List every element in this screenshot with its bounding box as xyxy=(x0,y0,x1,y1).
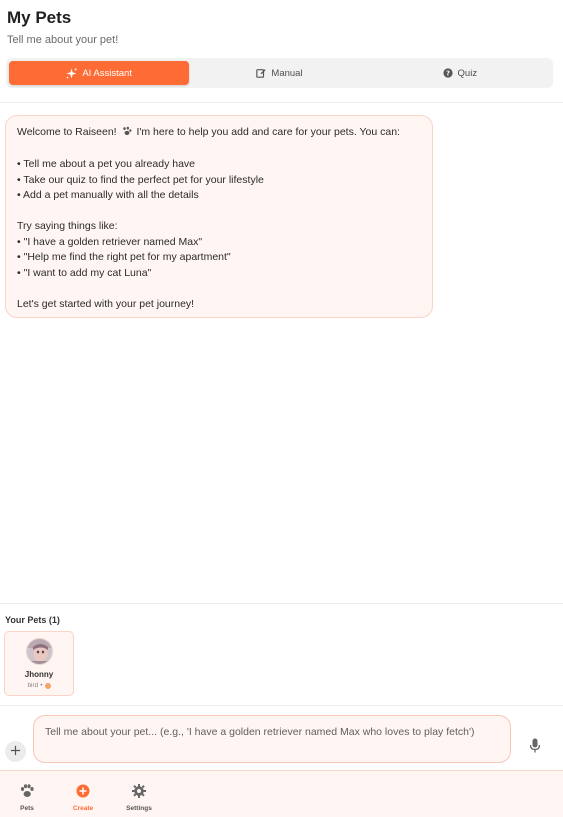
message-line: Welcome to Raiseen! I'm here to help you… xyxy=(17,125,421,142)
page-title: My Pets xyxy=(7,8,72,27)
microphone-button[interactable] xyxy=(526,738,544,758)
message-bullet: • Take our quiz to find the perfect pet … xyxy=(17,173,264,186)
nav-label: Create xyxy=(72,805,94,812)
nav-settings[interactable]: Settings xyxy=(114,771,164,817)
tab-label: AI Assistant xyxy=(82,67,132,79)
pet-avatar xyxy=(26,638,53,665)
chat-area: Welcome to Raiseen! I'm here to help you… xyxy=(0,103,563,602)
paw-icon xyxy=(20,784,35,803)
pet-type: bird xyxy=(27,682,39,689)
example-item: • "I want to add my cat Luna" xyxy=(17,266,152,279)
message-bullet: • Add a pet manually with all the detail… xyxy=(17,189,199,201)
nav-label: Settings xyxy=(126,805,152,812)
assistant-message: Welcome to Raiseen! I'm here to help you… xyxy=(5,115,433,318)
app-root: My Pets Tell me about your pet! AI Assis… xyxy=(0,0,563,817)
pet-badge-icon xyxy=(44,682,51,689)
header: My Pets Tell me about your pet! AI Assis… xyxy=(0,0,563,103)
add-attachment-button[interactable] xyxy=(5,741,26,762)
message-text: I'm here to help you add and care for yo… xyxy=(136,126,400,138)
nav-pets[interactable]: Pets xyxy=(2,771,52,817)
pet-meta: bird • xyxy=(5,682,73,689)
message-text: Welcome to Raiseen! xyxy=(17,126,117,138)
tab-ai-assistant[interactable]: AI Assistant xyxy=(9,61,190,85)
tab-label: Manual xyxy=(271,67,303,79)
example-item: • "I have a golden retriever named Max" xyxy=(17,235,203,248)
meta-separator: • xyxy=(40,682,43,689)
mode-tabs: AI Assistant Manual ? Quiz xyxy=(6,58,553,88)
tab-manual[interactable]: Manual xyxy=(189,61,369,85)
composer xyxy=(0,705,563,770)
plus-icon xyxy=(10,743,21,761)
your-pets-heading: Your Pets (1) xyxy=(5,615,60,625)
tab-quiz[interactable]: ? Quiz xyxy=(370,61,550,85)
sparkles-icon xyxy=(66,67,77,79)
message-input[interactable] xyxy=(33,715,511,763)
pet-card[interactable]: Jhonny bird • xyxy=(4,631,74,696)
tab-label: Quiz xyxy=(457,67,478,79)
example-item: • "Help me find the right pet for my apa… xyxy=(17,251,231,263)
nav-create[interactable]: Create xyxy=(58,771,108,817)
edit-icon xyxy=(256,68,267,78)
microphone-icon xyxy=(529,738,541,758)
paw-icon xyxy=(122,126,132,142)
message-bullet: • Tell me about a pet you already have xyxy=(17,158,196,170)
question-circle-icon: ? xyxy=(442,68,453,78)
plus-circle-icon xyxy=(76,784,90,803)
nav-label: Pets xyxy=(20,805,34,812)
pet-name: Jhonny xyxy=(24,670,54,679)
your-pets-section: Your Pets (1) Jhonny bird • xyxy=(0,603,563,705)
bottom-nav: Pets Create Settings xyxy=(0,770,563,817)
examples-heading: Try saying things like: xyxy=(17,220,118,232)
gear-icon xyxy=(132,784,146,803)
svg-text:?: ? xyxy=(446,70,450,78)
message-closing: Let's get started with your pet journey! xyxy=(17,297,195,310)
page-subtitle: Tell me about your pet! xyxy=(7,34,119,46)
